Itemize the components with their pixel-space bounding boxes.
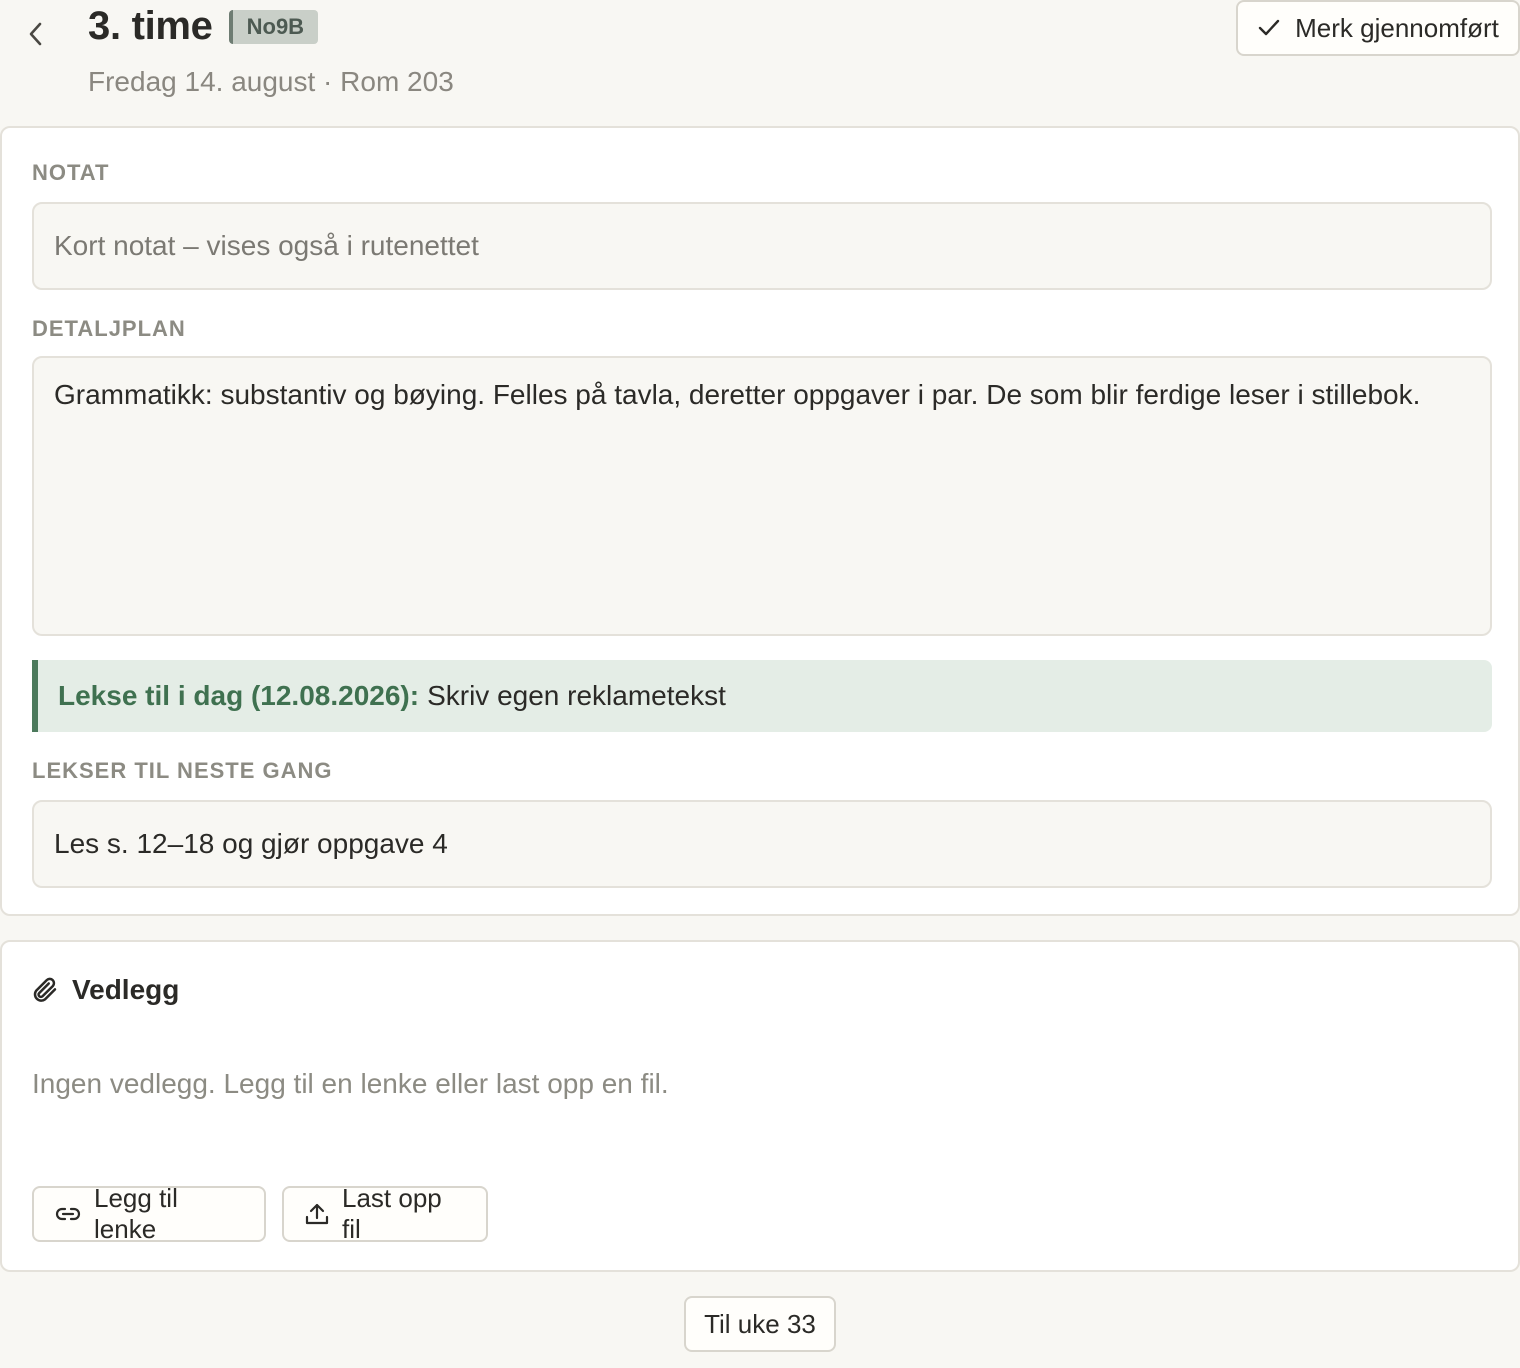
plan-label: DETALJPLAN: [32, 316, 186, 341]
attachments-title: Vedlegg: [72, 974, 180, 1005]
note-placeholder: Kort notat – vises også i rutenettet: [54, 230, 479, 261]
homework-due-text: Skriv egen reklametekst: [427, 680, 726, 711]
add-link-label: Legg til lenke: [94, 1183, 178, 1244]
link-icon: [54, 1204, 82, 1224]
mark-done-label: Merk gjennomført: [1295, 12, 1499, 43]
attachments-card: Vedlegg Ingen vedlegg. Legg til en lenke…: [0, 940, 1520, 1272]
upload-file-button[interactable]: Last opp fil: [282, 1183, 488, 1244]
title-row: 3. time No9B: [88, 4, 319, 49]
check-icon: [1257, 18, 1281, 38]
next-homework-input[interactable]: Les s. 12–18 og gjør oppgave 4: [32, 800, 1492, 888]
attachments-empty-text: Ingen vedlegg. Legg til en lenke eller l…: [32, 1068, 669, 1099]
note-input[interactable]: Kort notat – vises også i rutenettet: [32, 202, 1492, 290]
homework-due-label: Lekse til i dag (12.08.2026):: [58, 680, 420, 711]
add-link-button[interactable]: Legg til lenke: [32, 1183, 266, 1244]
next-homework-label: LEKSER TIL NESTE GANG: [32, 758, 333, 783]
chevron-left-icon: [27, 21, 45, 47]
go-to-week-button[interactable]: Til uke 33: [684, 1296, 836, 1352]
upload-icon: [304, 1201, 330, 1227]
attachments-header: Vedlegg: [30, 974, 179, 1006]
class-badge: No9B: [228, 9, 319, 44]
plan-textarea[interactable]: Grammatikk: substantiv og bøying. Felles…: [32, 356, 1492, 636]
lesson-card: NOTAT Kort notat – vises også i rutenett…: [0, 126, 1520, 916]
lesson-subtitle: Fredag 14. august · Rom 203: [88, 66, 454, 97]
paperclip-icon: [30, 975, 60, 1005]
back-button[interactable]: [20, 18, 52, 50]
mark-done-button[interactable]: Merk gjennomført: [1236, 0, 1520, 56]
lesson-detail-page: 3. time No9B Fredag 14. august · Rom 203…: [0, 0, 1520, 1368]
page-title: 3. time: [88, 4, 213, 48]
homework-due-banner: Lekse til i dag (12.08.2026): Skriv egen…: [32, 660, 1492, 732]
upload-file-label: Last opp fil: [342, 1183, 442, 1244]
note-label: NOTAT: [32, 160, 110, 185]
